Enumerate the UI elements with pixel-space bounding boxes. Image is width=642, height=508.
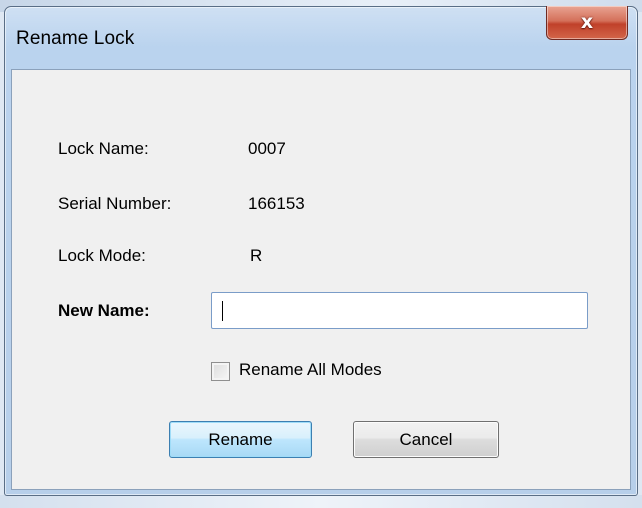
- new-name-label: New Name:: [58, 301, 150, 320]
- serial-number-value: 166153: [248, 194, 305, 213]
- rename-all-modes-label[interactable]: Rename All Modes: [239, 360, 382, 380]
- close-icon: x: [580, 11, 594, 33]
- cancel-button[interactable]: Cancel: [353, 421, 499, 458]
- rename-button[interactable]: Rename: [169, 421, 312, 458]
- lock-mode-value: R: [250, 246, 263, 265]
- lock-name-label: Lock Name:: [58, 139, 149, 158]
- close-button[interactable]: x: [546, 6, 628, 40]
- text-caret: [222, 301, 223, 321]
- lock-mode-label: Lock Mode:: [58, 246, 146, 265]
- serial-number-label: Serial Number:: [58, 194, 172, 213]
- rename-lock-dialog: Rename Lock x Lock Name: 0007 Serial Num…: [4, 6, 638, 496]
- new-name-input[interactable]: [211, 292, 588, 329]
- dialog-content: Lock Name: 0007 Serial Number: 166153 Lo…: [11, 69, 631, 490]
- rename-all-modes-checkbox[interactable]: [211, 362, 230, 381]
- desktop-background-bottom: [0, 495, 642, 508]
- lock-name-value: 0007: [248, 139, 286, 158]
- window-title: Rename Lock: [16, 28, 135, 49]
